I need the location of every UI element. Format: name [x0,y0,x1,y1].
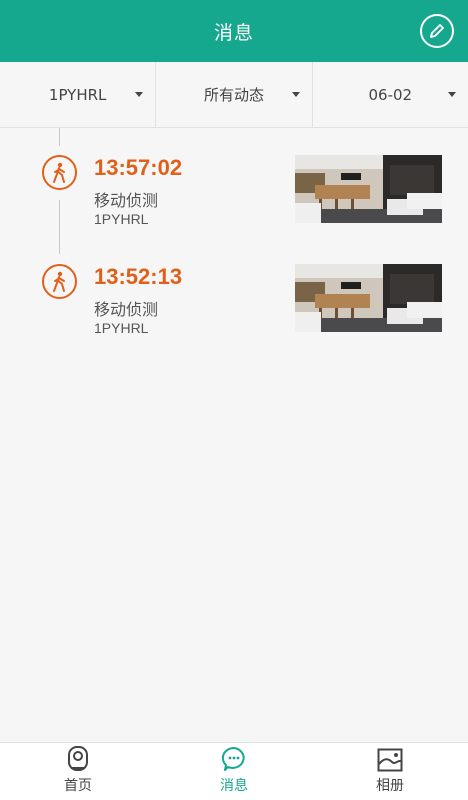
event-snapshot-thumbnail[interactable] [295,155,442,223]
app-header: 消息 [0,0,468,62]
event-type: 移动侦测 [94,191,159,210]
tab-album-label: 相册 [376,778,404,794]
tab-album[interactable]: 相册 [312,743,468,800]
tab-messages-label: 消息 [220,778,248,794]
event-type-filter-label: 所有动态 [203,86,264,104]
image-icon [377,748,403,772]
event-type-filter-dropdown[interactable]: 所有动态 [155,62,311,127]
bottom-tab-bar: 首页 消息 相册 [0,742,468,800]
event-type: 移动侦测 [94,300,159,319]
caret-down-icon [447,92,456,97]
chat-bubble-icon [221,746,245,771]
device-filter-dropdown[interactable]: 1PYHRL [0,62,155,127]
tab-home-label: 首页 [64,778,92,794]
caret-down-icon [135,92,144,97]
caret-down-icon [291,92,300,97]
date-filter-label: 06-02 [368,85,413,104]
timeline-line [59,128,60,146]
event-snapshot-thumbnail[interactable] [295,264,442,332]
device-filter-label: 1PYHRL [48,85,107,104]
edit-button[interactable] [420,14,454,48]
event-time: 13:52:13 [94,264,183,289]
event-device: 1PYHRL [94,211,149,227]
event-item[interactable]: 13:57:02 移动侦测 1PYHRL [0,155,468,255]
filter-bar: 1PYHRL 所有动态 06-02 [0,62,468,128]
date-filter-dropdown[interactable]: 06-02 [311,62,468,127]
pencil-icon [430,24,444,38]
camera-icon [68,746,88,771]
tab-home[interactable]: 首页 [0,743,156,800]
event-time: 13:57:02 [94,155,183,180]
walking-person-icon [42,264,77,299]
event-device: 1PYHRL [94,320,149,336]
page-title: 消息 [213,21,254,44]
walking-person-icon [42,155,77,190]
tab-messages[interactable]: 消息 [156,743,312,800]
event-item[interactable]: 13:52:13 移动侦测 1PYHRL [0,264,468,364]
